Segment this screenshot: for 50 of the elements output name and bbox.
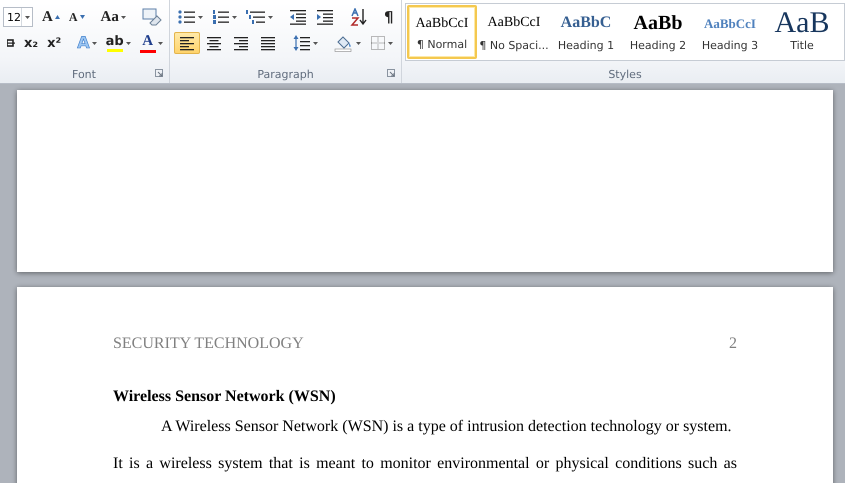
style-item[interactable]: AaB Title [767, 5, 837, 59]
dialog-launcher-icon[interactable] [387, 69, 395, 77]
style-item[interactable]: AaBbCcI ¶ No Spaci... [479, 5, 549, 59]
page-number: 2 [729, 335, 737, 353]
paint-bucket-icon [334, 34, 354, 52]
style-preview: AaB [774, 8, 830, 38]
section-heading: Wireless Sensor Network (WSN) [113, 387, 337, 406]
caret-icon [24, 16, 30, 18]
numbering-icon [212, 9, 230, 25]
style-item[interactable]: AaBbCcI Heading 3 [695, 5, 765, 59]
style-item[interactable]: AaBb Heading 2 [623, 5, 693, 59]
align-left-icon [178, 35, 196, 51]
style-preview: AaBbC [560, 13, 612, 33]
style-preview: AaBbCcI [704, 14, 756, 32]
align-center-icon [205, 35, 223, 51]
group-label: Font [72, 68, 96, 80]
style-item[interactable]: AaBbCcI ¶ Normal [407, 5, 477, 59]
down-arrow-icon [80, 15, 85, 19]
borders-icon [370, 35, 386, 51]
style-item[interactable]: AaBbC Heading 1 [551, 5, 621, 59]
running-header: SECURITY TECHNOLOGY [113, 335, 304, 353]
decrease-indent-icon [289, 9, 307, 25]
style-preview: AaBbCcI [416, 14, 468, 32]
line-spacing-icon [293, 34, 311, 52]
increase-indent-icon [316, 9, 334, 25]
dialog-launcher-icon[interactable] [155, 69, 163, 77]
grow-font-button[interactable]: A [38, 6, 64, 28]
paragraph-text: It is a wireless system that is meant to monitor environmental or physical conditions such as [113, 454, 737, 473]
align-left-button[interactable] [174, 32, 200, 54]
up-arrow-icon [54, 15, 60, 19]
superscript-button[interactable]: x² [43, 32, 66, 54]
font-color-button[interactable]: A [136, 32, 167, 54]
bullets-icon [178, 9, 196, 25]
eraser-icon [142, 8, 162, 26]
multilevel-list-icon [246, 9, 266, 25]
change-case-button[interactable]: Aa [96, 6, 130, 28]
style-preview: AaBb [634, 11, 682, 36]
group-label: Styles [608, 68, 642, 80]
subscript-button[interactable]: x₂ [20, 32, 42, 54]
shrink-font-button[interactable]: A [64, 6, 89, 28]
highlight-button[interactable]: ab [102, 32, 135, 54]
group-label: Paragraph [257, 68, 314, 80]
show-marks-button[interactable]: ¶ [380, 6, 398, 28]
strikethrough-icon [7, 36, 15, 50]
paragraph-text: A Wireless Sensor Network (WSN) is a type of intrusion detection technology or system. [160, 417, 733, 436]
font-size-field[interactable]: 12 [3, 7, 33, 27]
sort-icon [350, 8, 368, 26]
align-right-icon [232, 35, 250, 51]
style-preview: AaBbCcI [488, 14, 540, 32]
justify-icon [259, 35, 277, 51]
